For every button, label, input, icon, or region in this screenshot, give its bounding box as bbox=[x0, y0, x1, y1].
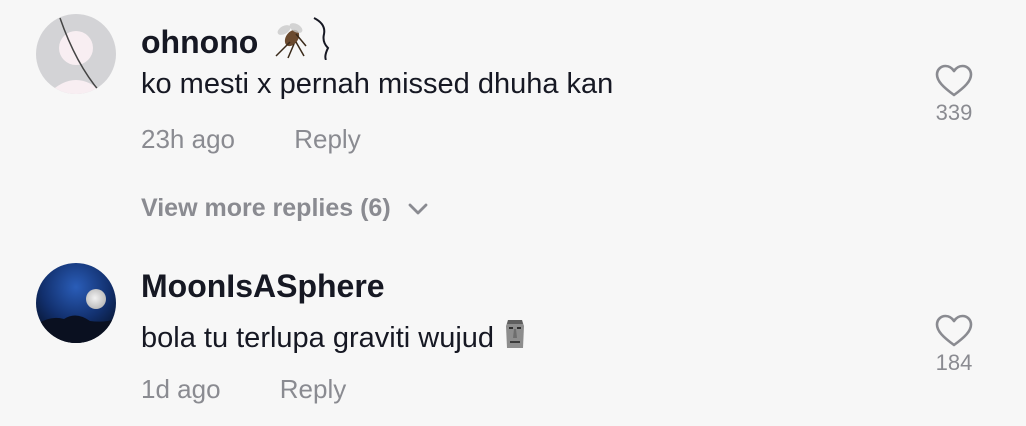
avatar[interactable] bbox=[36, 14, 116, 94]
moon-avatar-image bbox=[36, 263, 116, 343]
comment-item: ohnono ko mesti x pernah missed dhuha ka… bbox=[0, 0, 1026, 180]
heart-outline-icon bbox=[935, 64, 973, 97]
comment-meta: 23h ago Reply bbox=[141, 124, 361, 155]
comment-timestamp: 23h ago bbox=[141, 124, 235, 154]
heart-outline-icon bbox=[935, 314, 973, 347]
comment-username[interactable]: MoonIsASphere bbox=[141, 268, 385, 305]
username-text: MoonIsASphere bbox=[141, 268, 385, 304]
comment-list: ohnono ko mesti x pernah missed dhuha ka… bbox=[0, 0, 1026, 426]
comment-timestamp: 1d ago bbox=[141, 374, 221, 404]
view-more-replies-button[interactable]: View more replies (6) bbox=[141, 194, 429, 223]
view-more-replies-label: View more replies (6) bbox=[141, 194, 391, 222]
username-text: ohnono bbox=[141, 23, 259, 60]
comment-meta: 1d ago Reply bbox=[141, 374, 346, 405]
comment-text: bola tu terlupa graviti wujud bbox=[141, 318, 528, 358]
mosquito-icon bbox=[266, 16, 334, 68]
default-avatar-icon bbox=[36, 14, 116, 94]
like-count: 339 bbox=[935, 100, 973, 125]
avatar[interactable] bbox=[36, 263, 116, 343]
like-button[interactable]: 184 bbox=[923, 314, 985, 376]
comment-text: ko mesti x pernah missed dhuha kan bbox=[141, 68, 614, 100]
moai-icon bbox=[502, 318, 528, 358]
reply-button[interactable]: Reply bbox=[280, 374, 346, 405]
like-count: 184 bbox=[935, 350, 973, 375]
like-button[interactable]: 339 bbox=[923, 64, 985, 126]
comment-text-content: bola tu terlupa graviti wujud bbox=[141, 321, 495, 354]
comment-username[interactable]: ohnono bbox=[141, 16, 334, 68]
reply-button[interactable]: Reply bbox=[294, 124, 360, 155]
chevron-down-icon bbox=[408, 203, 428, 214]
comment-item: MoonIsASphere bola tu terlupa graviti wu… bbox=[0, 250, 1026, 426]
